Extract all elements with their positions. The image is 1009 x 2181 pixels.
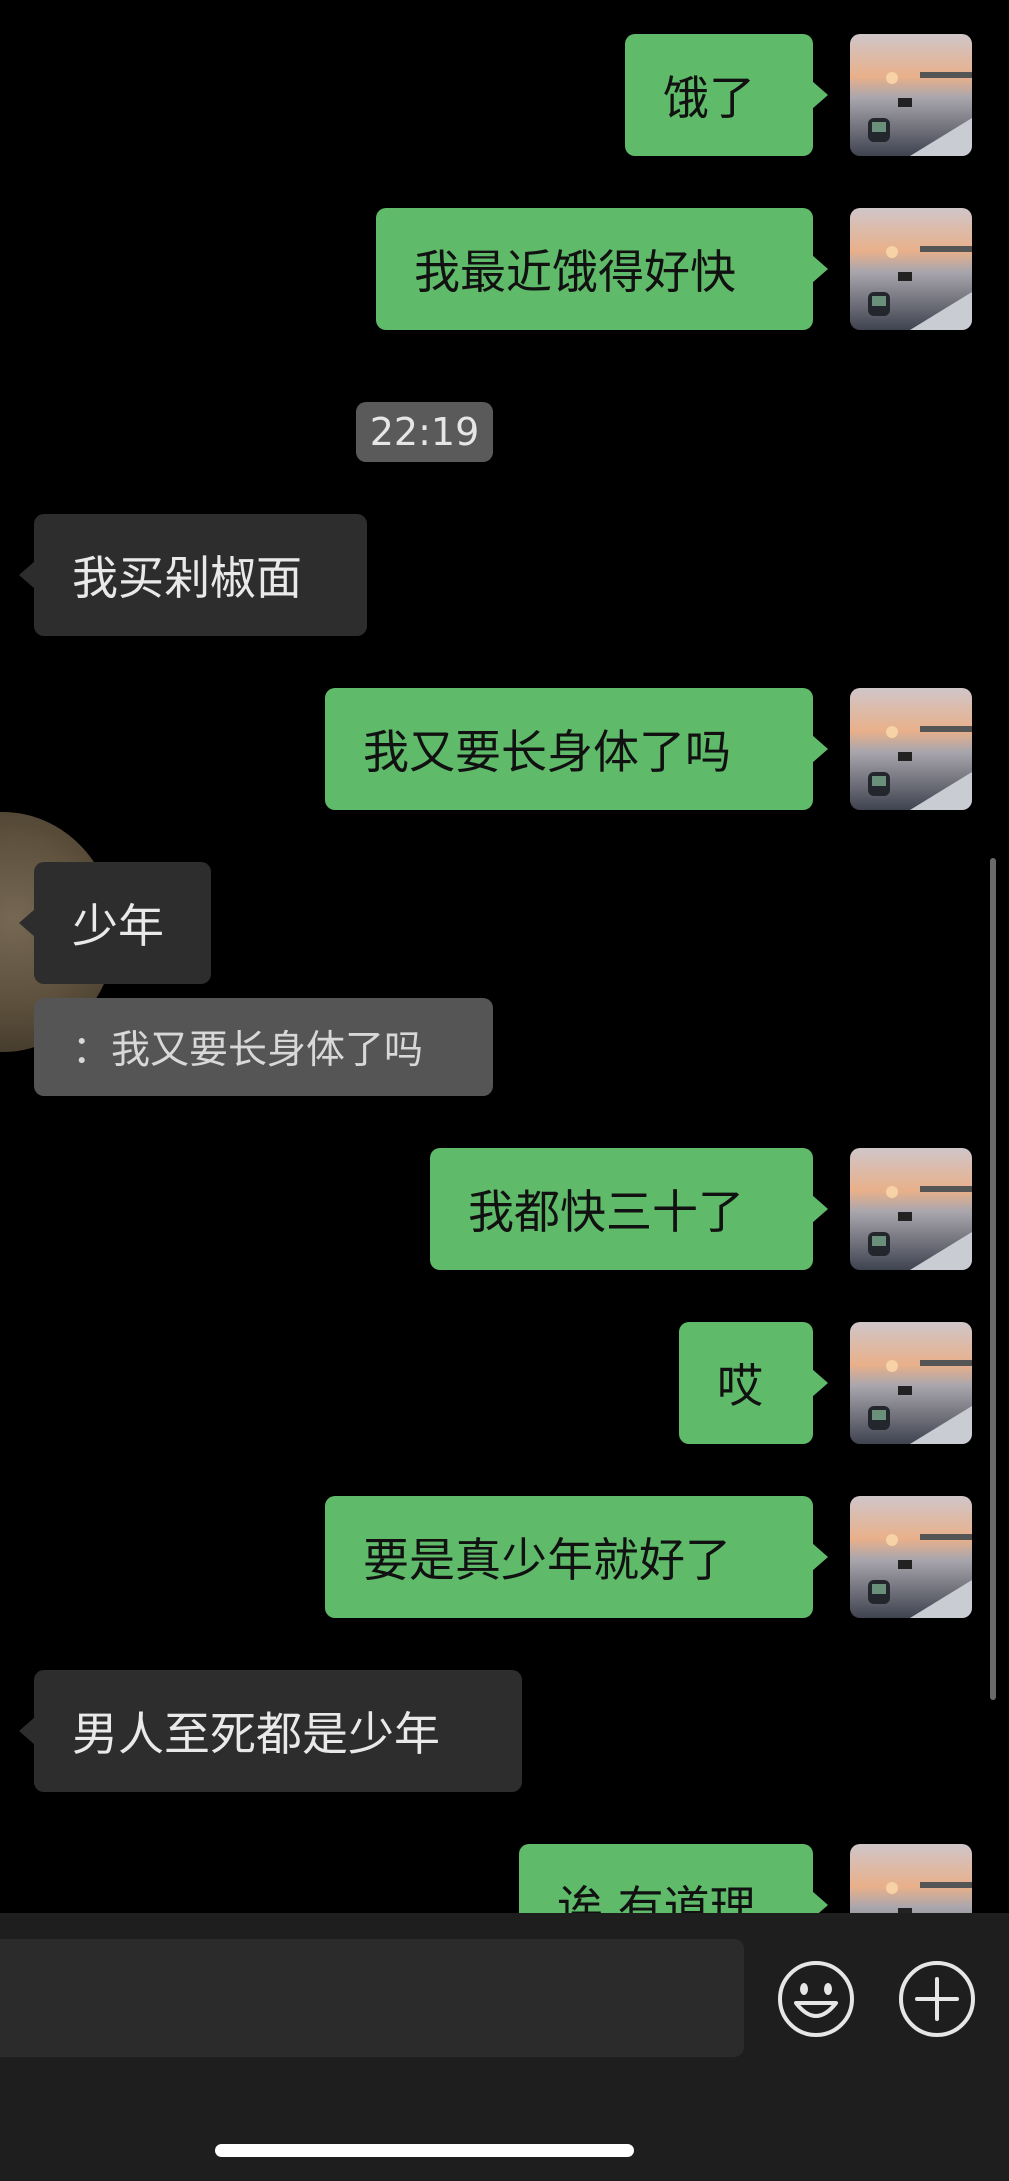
- message-bubble-received[interactable]: 我买剁椒面: [19, 514, 367, 636]
- message-bubble-sent[interactable]: 我又要长身体了吗: [325, 688, 828, 810]
- message-bubble-received[interactable]: 少年: [19, 862, 211, 984]
- plus-circle-icon: [899, 1961, 975, 2037]
- emoji-button[interactable]: [776, 1959, 856, 2039]
- avatar[interactable]: [850, 208, 972, 330]
- quoted-message[interactable]: ：我又要长身体了吗: [34, 998, 493, 1096]
- message-bubble-sent[interactable]: 饿了: [625, 34, 828, 156]
- avatar[interactable]: [850, 34, 972, 156]
- message-bubble-sent[interactable]: 诶 有道理: [519, 1844, 828, 1913]
- emoji-smile-icon: [778, 1961, 854, 2037]
- avatar[interactable]: [850, 1322, 972, 1444]
- avatar[interactable]: [850, 1496, 972, 1618]
- message-bubble-sent[interactable]: 要是真少年就好了: [325, 1496, 828, 1618]
- timestamp: 22:19: [356, 402, 493, 462]
- message-bubble-sent[interactable]: 我最近饿得好快: [376, 208, 828, 330]
- more-button[interactable]: [897, 1959, 977, 2039]
- scrollbar[interactable]: [990, 858, 996, 1700]
- chat-area[interactable]: 饿了 我最近饿得好快 22:19 我买剁椒面 我又要长身体了吗 少年 ：我又要长…: [0, 0, 1009, 1913]
- avatar[interactable]: [850, 1844, 972, 1913]
- message-input[interactable]: [0, 1939, 744, 2057]
- avatar[interactable]: [850, 688, 972, 810]
- home-indicator[interactable]: [215, 2144, 634, 2157]
- input-bar: [0, 1913, 1009, 2181]
- message-bubble-received[interactable]: 男人至死都是少年: [19, 1670, 522, 1792]
- message-bubble-sent[interactable]: 我都快三十了: [430, 1148, 828, 1270]
- message-bubble-sent[interactable]: 哎: [679, 1322, 828, 1444]
- avatar[interactable]: [850, 1148, 972, 1270]
